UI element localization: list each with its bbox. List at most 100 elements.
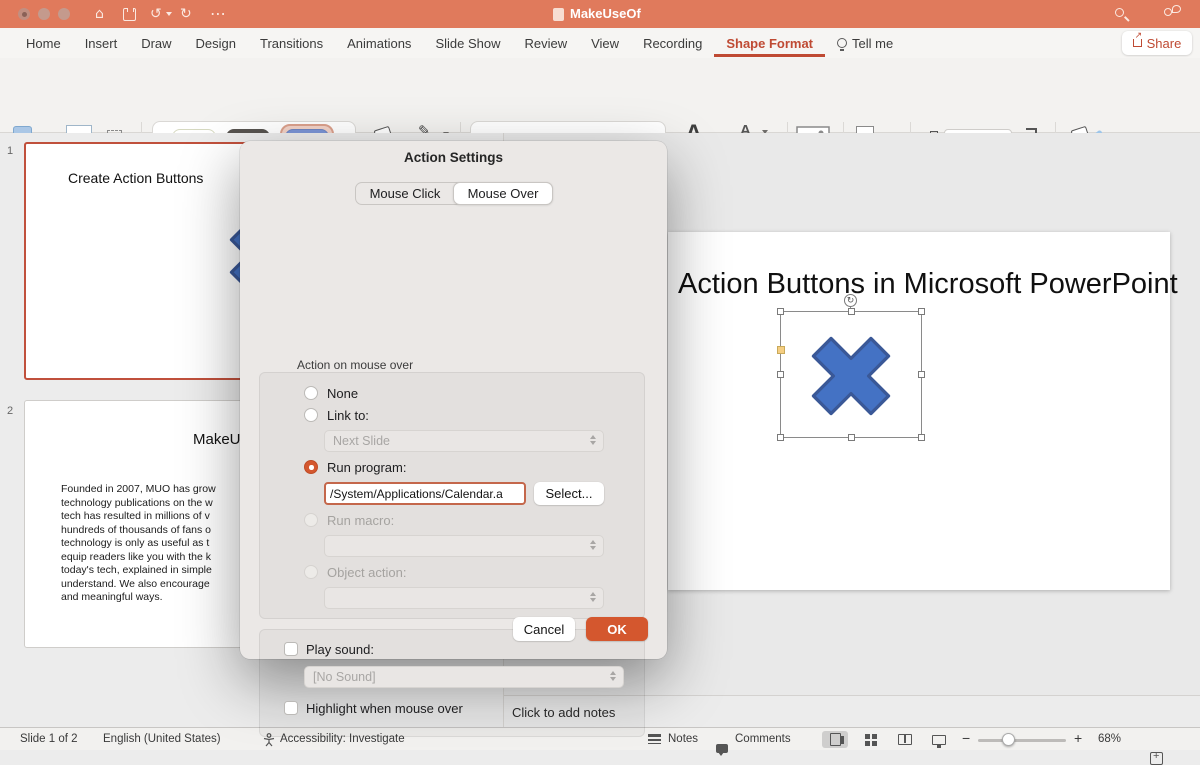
tab-insert[interactable]: Insert xyxy=(73,29,130,57)
select-chevrons-icon xyxy=(590,540,596,550)
tab-shape-format[interactable]: Shape Format xyxy=(714,29,825,57)
rotate-handle-icon[interactable]: ↻ xyxy=(844,294,857,307)
run-macro-select xyxy=(324,535,604,557)
language-status[interactable]: English (United States) xyxy=(103,733,221,745)
select-chevrons-icon xyxy=(590,435,596,445)
notes-toggle[interactable]: Notes xyxy=(668,733,698,745)
undo-chevron-icon[interactable] xyxy=(166,12,172,16)
select-chevrons-icon xyxy=(590,592,596,602)
object-action-select xyxy=(324,587,604,609)
play-sound-label[interactable]: Play sound: xyxy=(306,642,374,657)
resize-handle-sw[interactable] xyxy=(777,434,784,441)
ok-button[interactable]: OK xyxy=(586,617,648,641)
radio-run-program[interactable] xyxy=(304,460,318,474)
adjust-handle[interactable] xyxy=(777,346,785,354)
radio-run-macro-label: Run macro: xyxy=(327,513,394,528)
x-shape[interactable] xyxy=(789,317,913,435)
search-icon[interactable] xyxy=(1115,8,1124,17)
tab-transitions[interactable]: Transitions xyxy=(248,29,335,57)
minimize-window-icon[interactable] xyxy=(38,8,50,20)
normal-view-icon xyxy=(830,733,841,746)
highlight-label[interactable]: Highlight when mouse over xyxy=(306,701,463,716)
resize-handle-n[interactable] xyxy=(848,308,855,315)
resize-handle-ne[interactable] xyxy=(918,308,925,315)
radio-link-to-label[interactable]: Link to: xyxy=(327,408,369,423)
lightbulb-icon xyxy=(837,38,847,48)
dialog-title: Action Settings xyxy=(240,150,667,165)
close-window-icon[interactable] xyxy=(18,8,30,20)
tell-me[interactable]: Tell me xyxy=(825,29,905,57)
resize-handle-se[interactable] xyxy=(918,434,925,441)
tab-review[interactable]: Review xyxy=(512,29,579,57)
select-program-button[interactable]: Select... xyxy=(534,482,604,505)
play-sound-select: [No Sound] xyxy=(304,666,624,688)
ribbon-tab-bar: Home Insert Draw Design Transitions Anim… xyxy=(0,28,1200,58)
zoom-slider-track[interactable] xyxy=(978,739,1066,742)
resize-handle-w[interactable] xyxy=(777,371,784,378)
tab-slide-show[interactable]: Slide Show xyxy=(423,29,512,57)
slideshow-icon xyxy=(932,735,946,745)
slide-editor[interactable]: Action Buttons in Microsoft PowerPoint ↻ xyxy=(668,232,1170,590)
undo-icon[interactable]: ↺ xyxy=(150,7,162,21)
comments-toggle[interactable]: Comments xyxy=(735,733,791,745)
slideshow-button[interactable] xyxy=(926,731,952,748)
normal-view-button[interactable] xyxy=(822,731,848,748)
resize-handle-nw[interactable] xyxy=(777,308,784,315)
thumbnail-1-title: Create Action Buttons xyxy=(68,170,203,186)
tab-mouse-over[interactable]: Mouse Over xyxy=(453,182,553,205)
tab-mouse-click[interactable]: Mouse Click xyxy=(356,183,454,204)
zoom-out-button[interactable]: − xyxy=(962,730,970,746)
tab-animations[interactable]: Animations xyxy=(335,29,423,57)
fit-to-window-icon[interactable] xyxy=(1150,752,1163,765)
select-chevrons-icon xyxy=(610,671,616,681)
home-icon[interactable]: ⌂ xyxy=(95,7,104,21)
notes-toggle-icon xyxy=(648,734,661,744)
tab-recording[interactable]: Recording xyxy=(631,29,714,57)
play-sound-checkbox[interactable] xyxy=(284,642,298,656)
radio-run-program-label[interactable]: Run program: xyxy=(327,460,406,475)
slide-sorter-icon xyxy=(865,734,877,746)
radio-object-action[interactable] xyxy=(304,565,318,579)
zoom-in-button[interactable]: + xyxy=(1074,730,1082,746)
ribbon-toolbar: Shapes A TextBox ‹ Abc Abc Abc › ShapeFi… xyxy=(0,58,1200,133)
zoom-slider-knob[interactable] xyxy=(1002,733,1015,746)
radio-run-macro[interactable] xyxy=(304,513,318,527)
resize-handle-e[interactable] xyxy=(918,371,925,378)
thumbnail-2-body: Founded in 2007, MUO has grow technology… xyxy=(61,483,216,605)
document-icon xyxy=(553,8,564,21)
tab-draw[interactable]: Draw xyxy=(129,29,183,57)
cancel-button[interactable]: Cancel xyxy=(513,617,575,641)
link-to-select: Next Slide xyxy=(324,430,604,452)
share-icon xyxy=(1133,39,1142,47)
resize-handle-s[interactable] xyxy=(848,434,855,441)
shape-selection-box[interactable] xyxy=(780,311,922,438)
run-program-input[interactable]: /System/Applications/Calendar.a xyxy=(324,482,526,505)
tab-view[interactable]: View xyxy=(579,29,631,57)
slide-counter[interactable]: Slide 1 of 2 xyxy=(20,733,78,745)
people-icon[interactable] xyxy=(1164,8,1172,16)
redo-icon[interactable]: ↻ xyxy=(180,7,192,21)
slide-title[interactable]: Action Buttons in Microsoft PowerPoint xyxy=(678,268,1178,301)
reading-view-button[interactable] xyxy=(892,731,918,748)
radio-link-to[interactable] xyxy=(304,408,318,422)
thumbnail-number: 2 xyxy=(7,405,13,417)
powerpoint-window: ⌂ ↺ ↻ ⋯ MakeUseOf Home Insert Draw Desig… xyxy=(0,0,1200,750)
action-settings-dialog: Action Settings Mouse Click Mouse Over A… xyxy=(240,141,667,659)
save-icon[interactable] xyxy=(123,8,136,21)
dialog-section-label: Action on mouse over xyxy=(297,358,413,372)
highlight-checkbox[interactable] xyxy=(284,701,298,715)
title-bar: ⌂ ↺ ↻ ⋯ MakeUseOf xyxy=(0,0,1200,28)
radio-none-label[interactable]: None xyxy=(327,386,358,401)
tab-design[interactable]: Design xyxy=(184,29,248,57)
tab-home[interactable]: Home xyxy=(14,29,73,57)
zoom-level[interactable]: 68% xyxy=(1098,733,1121,745)
share-button[interactable]: Share xyxy=(1122,31,1192,55)
thumbnail-number: 1 xyxy=(7,145,13,157)
radio-object-action-label: Object action: xyxy=(327,565,407,580)
zoom-window-icon[interactable] xyxy=(58,8,70,20)
dialog-tab-group: Mouse Click Mouse Over xyxy=(355,182,553,205)
more-commands-icon[interactable]: ⋯ xyxy=(210,7,226,21)
comments-toggle-icon xyxy=(716,744,728,753)
slide-sorter-button[interactable] xyxy=(858,731,884,748)
radio-none[interactable] xyxy=(304,386,318,400)
